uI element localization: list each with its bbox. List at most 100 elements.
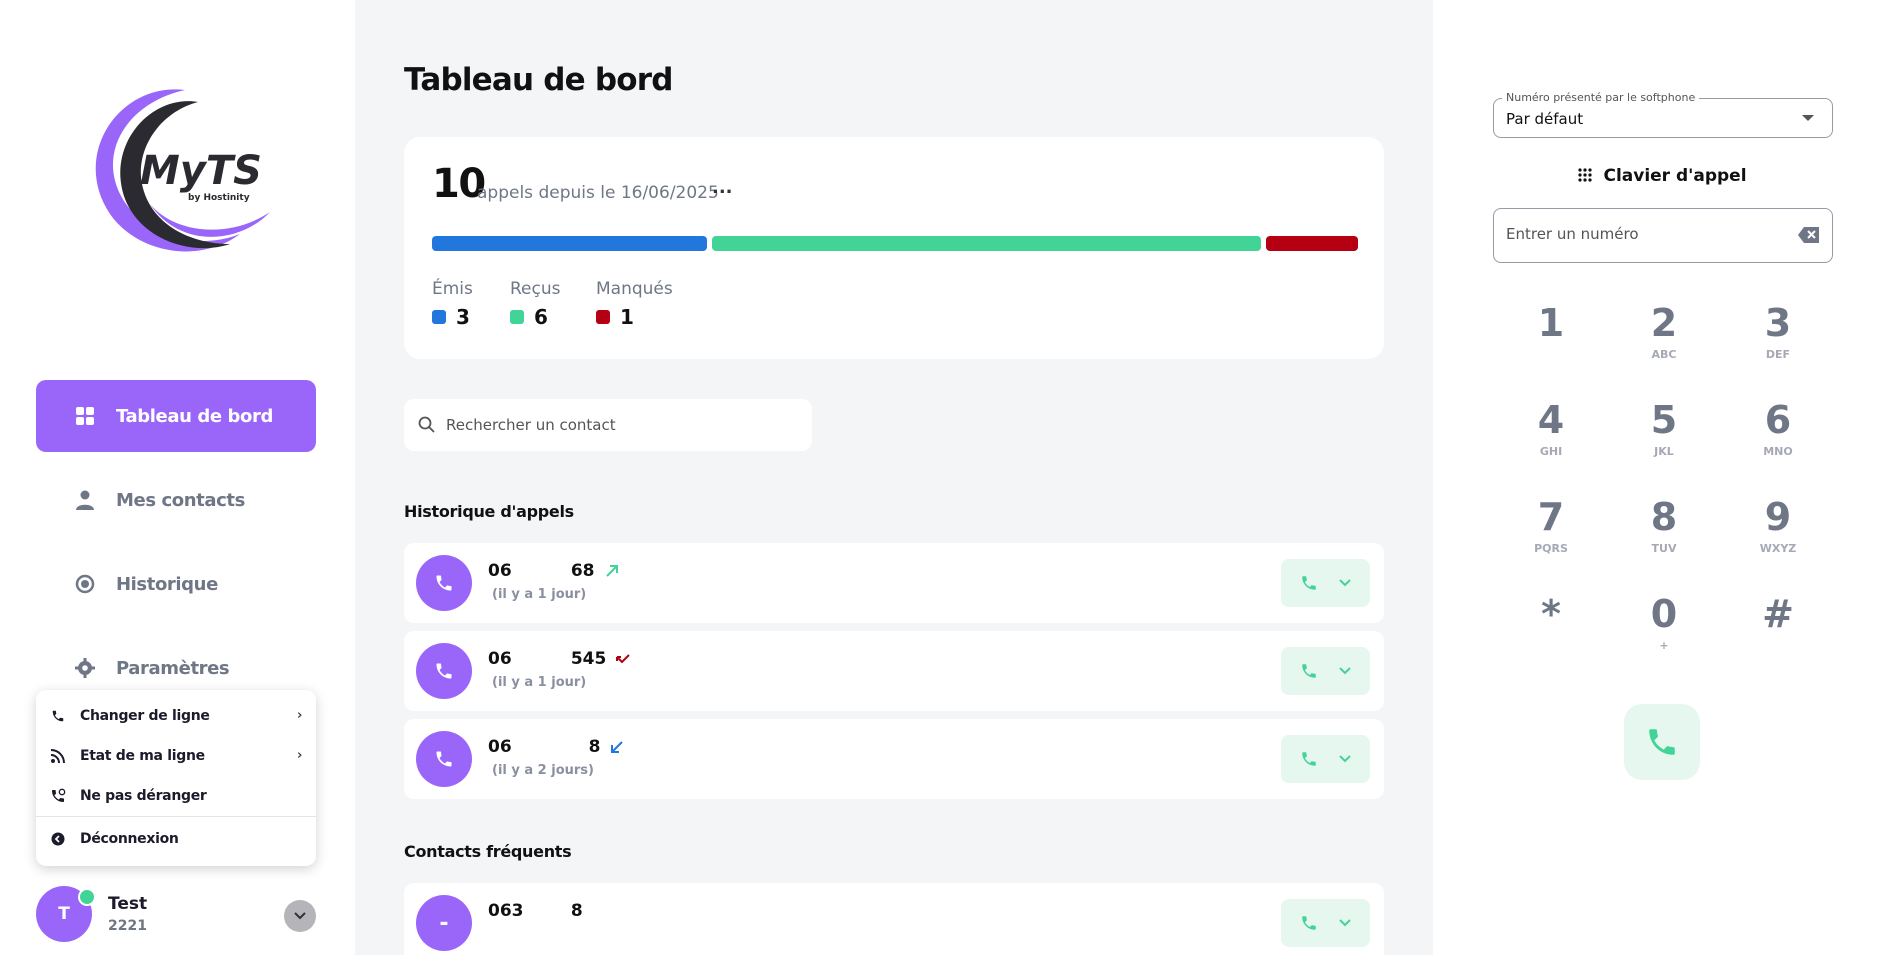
menu-item-change-line[interactable]: Changer de ligne › [36,696,316,736]
phone-icon [1649,729,1675,755]
sidebar: MyTS by Hostinity Tableau de bord Mes co… [0,0,355,955]
dialpad-letters: MNO [1763,445,1793,458]
dialpad-icon [1577,168,1593,184]
call-history-row[interactable]: 06 68 (il y a 1 jour) [404,543,1384,623]
call-stats-card: 10 appels depuis le 16/06/2025 ... Émis … [404,137,1384,359]
dialpad-letters: WXYZ [1759,542,1797,555]
signal-icon [50,748,66,764]
sidebar-item-dashboard[interactable]: Tableau de bord [36,380,316,452]
dialpad-letters: TUV [1651,542,1677,555]
menu-item-do-not-disturb[interactable]: Ne pas déranger [36,776,316,816]
legend-label: Manqués [596,279,673,299]
dialpad-digit: 2 [1650,301,1678,345]
call-avatar [416,643,472,699]
call-history-row[interactable]: 06 545 (il y a 1 jour) [404,631,1384,711]
dialpad-digit: 6 [1764,398,1792,442]
legend-value: 1 [620,305,634,329]
dialpad-digit: 8 [1650,495,1678,539]
phone-icon [1302,576,1316,590]
legend-label: Reçus [510,279,561,299]
chevron-right-icon: › [296,708,302,723]
call-number-text: 06 8 [488,737,601,757]
main-content: Tableau de bord 10 appels depuis le 16/0… [355,0,1433,955]
frequent-section-title: Contacts fréquents [404,842,572,861]
gear-icon [74,657,96,679]
legend-emitted: Émis 3 [432,279,473,329]
sidebar-item-label: Mes contacts [116,489,245,511]
sidebar-item-history[interactable]: Historique [36,548,316,620]
phone-icon [436,751,452,767]
dial-call-button[interactable] [1624,704,1700,780]
dialpad-key-1[interactable]: 1 [1501,300,1601,380]
legend-missed: Manqués 1 [596,279,673,329]
legend-swatch [596,310,610,324]
backspace-icon[interactable] [1798,226,1820,248]
search-input[interactable] [446,416,796,434]
call-contact-button[interactable] [1281,899,1370,947]
legend-label: Émis [432,279,473,299]
call-number-text: 06 545 [488,649,607,669]
bar-segment-emitted [432,236,707,251]
person-icon [74,489,96,511]
stats-since-text: appels depuis le 16/06/2025 [477,183,719,203]
dialpad-letters: GHI [1539,445,1563,458]
legend-swatch [510,310,524,324]
dial-number-field [1493,208,1833,263]
dialpad-digit: 0 [1650,592,1678,636]
dialpad-digit: 3 [1764,301,1792,345]
dialpad-digit: 9 [1764,495,1792,539]
call-number-text: 06 68 [488,561,595,581]
dialpad-key-star[interactable]: * [1501,591,1601,671]
status-online-indicator [78,888,96,906]
dialpad-key-0[interactable]: 0 + [1614,591,1714,671]
stats-distribution-bar [432,236,1358,251]
bar-segment-missed [1266,236,1358,251]
dialpad-key-5[interactable]: 5 JKL [1614,397,1714,477]
dialpad-key-6[interactable]: 6 MNO [1728,397,1828,477]
contact-search [404,399,812,451]
chevron-down-icon[interactable] [1339,667,1351,675]
chevron-right-icon: › [296,748,302,763]
chevron-down-icon[interactable] [1339,919,1351,927]
stats-more-button[interactable]: ... [712,177,733,198]
logo-text: MyTS [140,148,262,194]
call-back-button[interactable] [1281,559,1370,607]
dialpad-digit: # [1762,592,1794,636]
outgoing-call-icon [605,564,619,578]
dialpad-key-8[interactable]: 8 TUV [1614,494,1714,574]
call-time: (il y a 1 jour) [492,587,587,602]
dialpad-key-3[interactable]: 3 DEF [1728,300,1828,380]
frequent-contact-row[interactable]: - 063 8 [404,883,1384,955]
dialpad-digit: * [1541,592,1561,636]
phone-icon [1302,752,1316,766]
softphone-number-select[interactable]: Numéro présenté par le softphone Par déf… [1493,91,1833,138]
phone-icon [1302,916,1316,930]
dialpad-key-4[interactable]: 4 GHI [1501,397,1601,477]
dial-number-input[interactable] [1506,225,1786,243]
sidebar-item-label: Paramètres [116,657,230,679]
phone-icon [436,575,452,591]
chevron-down-icon[interactable] [1339,579,1351,587]
dialpad-key-9[interactable]: 9 WXYZ [1728,494,1828,574]
contact-avatar: - [416,895,472,951]
logout-icon [50,831,66,847]
keypad-title-text: Clavier d'appel [1603,166,1747,186]
menu-item-logout[interactable]: Déconnexion [36,819,316,859]
call-history-row[interactable]: 06 8 (il y a 2 jours) [404,719,1384,799]
user-menu-toggle-button[interactable] [284,900,316,932]
user-extension: 2221 [108,918,147,934]
missed-call-icon [616,652,631,666]
chevron-down-icon[interactable] [1339,755,1351,763]
menu-item-label: Déconnexion [80,831,179,847]
menu-item-line-status[interactable]: Etat de ma ligne › [36,736,316,776]
menu-divider [36,816,316,817]
dialpad-key-7[interactable]: 7 PQRS [1501,494,1601,574]
call-back-button[interactable] [1281,735,1370,783]
dialpad-key-2[interactable]: 2 ABC [1614,300,1714,380]
dialpad-key-hash[interactable]: # [1728,591,1828,671]
do-not-disturb-icon [50,788,66,804]
sidebar-item-contacts[interactable]: Mes contacts [36,464,316,536]
incoming-call-icon [610,740,624,754]
softphone-panel: Numéro présenté par le softphone Par déf… [1433,0,1891,955]
call-back-button[interactable] [1281,647,1370,695]
